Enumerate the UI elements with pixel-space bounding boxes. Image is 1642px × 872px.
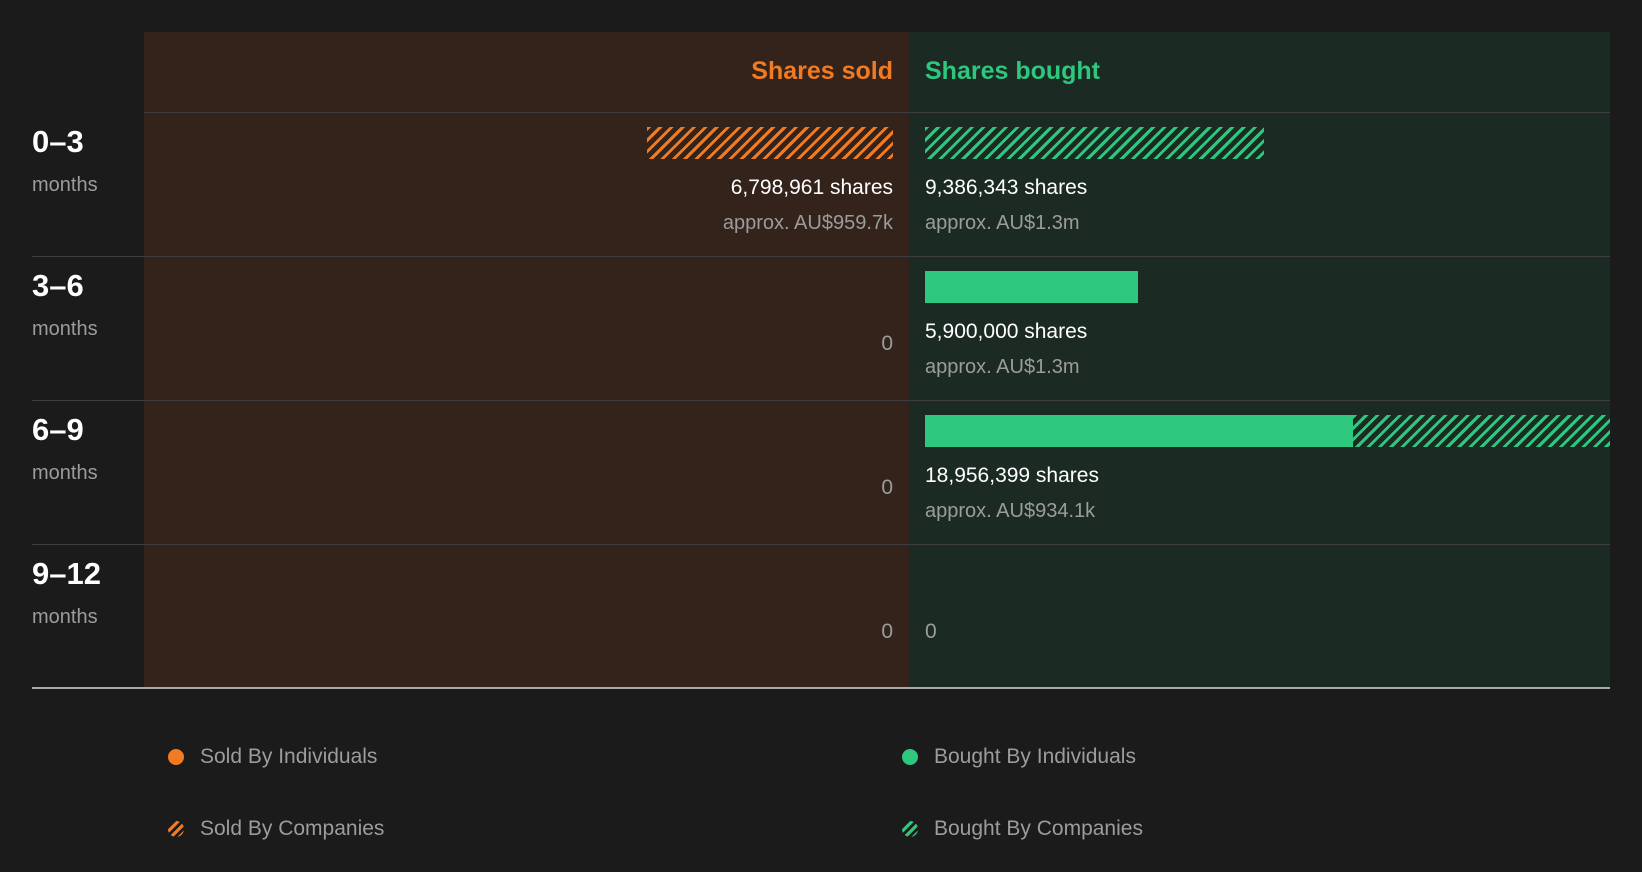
period-range: 9–12 <box>32 556 101 591</box>
legend-label: Sold By Individuals <box>200 745 378 768</box>
shares-bought-header: Shares bought <box>925 57 1101 85</box>
period-row: 0–3 months 6,798,961 shares approx. AU$959.… <box>0 112 1642 256</box>
legend-label: Bought By Companies <box>934 817 1143 840</box>
shares-sold-header: Shares sold <box>751 57 893 85</box>
bought-approx-value: approx. AU$1.3m <box>925 212 1080 234</box>
legend-label: Bought By Individuals <box>934 745 1136 768</box>
period-unit: months <box>32 174 98 196</box>
bought-companies-bar <box>925 127 1265 159</box>
period-unit: months <box>32 318 98 340</box>
bought-shares-label: 18,956,399 shares <box>925 464 1099 487</box>
legend-label: Sold By Companies <box>200 817 385 840</box>
period-unit: months <box>32 462 98 484</box>
period-unit: months <box>32 606 98 628</box>
period-row: 9–12 months 0 0 <box>0 544 1642 688</box>
bought-shares-label: 5,900,000 shares <box>925 320 1088 343</box>
bought-solid-legend-swatch <box>902 749 918 765</box>
bought-individuals-bar <box>925 271 1139 303</box>
sold-zero-label: 0 <box>881 476 893 499</box>
chart-baseline <box>32 687 1610 689</box>
bought-companies-bar <box>1353 415 1610 447</box>
period-row: 6–9 months 0 18,956,399 shares approx. AU$93… <box>0 400 1642 544</box>
sold-approx-value: approx. AU$959.7k <box>722 212 893 234</box>
bought-zero-label: 0 <box>925 620 937 643</box>
bought-individuals-bar <box>925 415 1354 447</box>
period-row: 3–6 months 0 5,900,000 shares approx. AU$1.3… <box>0 256 1642 400</box>
bought-approx-value: approx. AU$934.1k <box>925 500 1096 522</box>
sold-hatched-legend-swatch <box>168 821 184 837</box>
bought-hatched-legend-swatch <box>902 821 918 837</box>
sold-zero-label: 0 <box>881 332 893 355</box>
sold-solid-legend-swatch <box>168 749 184 765</box>
sold-shares-label: 6,798,961 shares <box>730 176 893 199</box>
bought-approx-value: approx. AU$1.3m <box>925 356 1080 378</box>
sold-zero-label: 0 <box>881 620 893 643</box>
bought-shares-label: 9,386,343 shares <box>925 176 1088 199</box>
period-range: 6–9 <box>32 412 84 447</box>
period-range: 0–3 <box>32 124 84 159</box>
sold-companies-bar <box>647 127 893 159</box>
period-range: 3–6 <box>32 268 84 303</box>
